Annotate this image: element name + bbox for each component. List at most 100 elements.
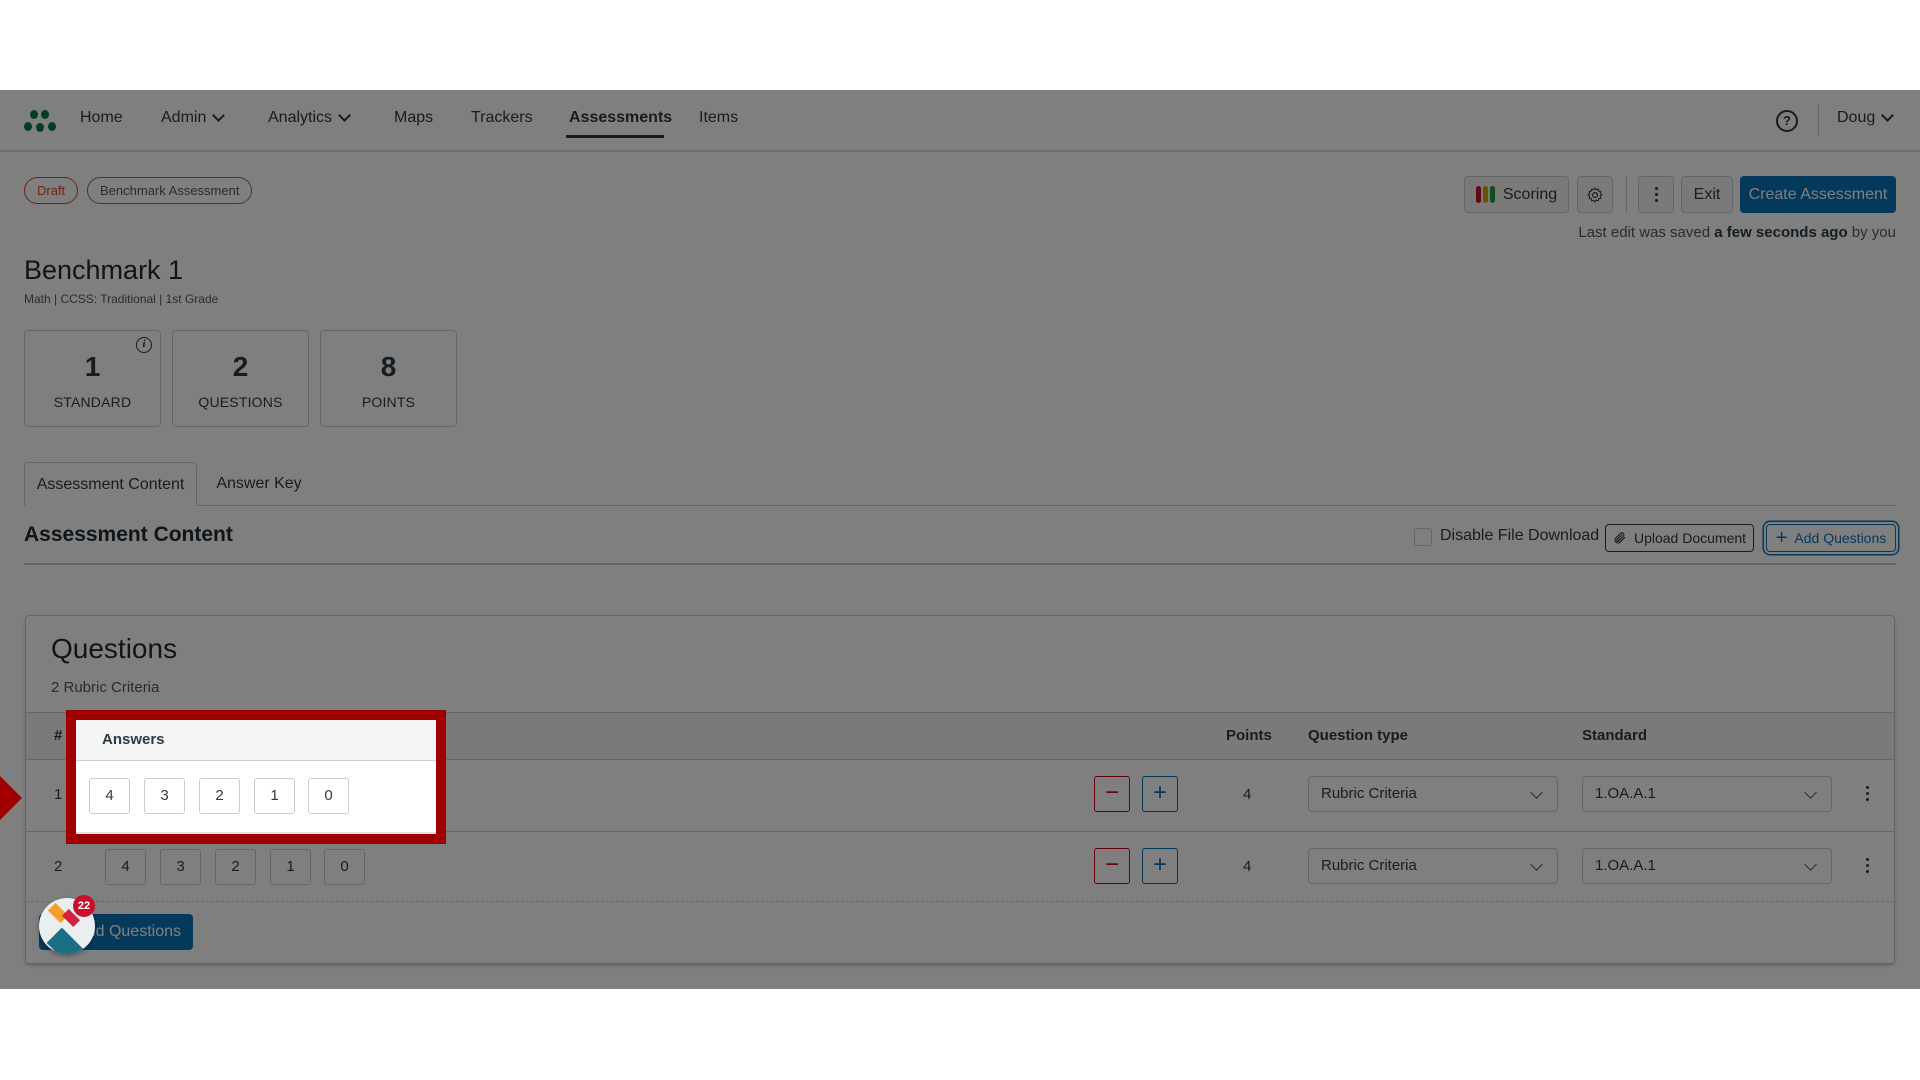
chevron-down-icon bbox=[338, 109, 351, 122]
nav-items-label: Items bbox=[699, 109, 739, 126]
save-status: Last edit was saved a few seconds ago by… bbox=[1578, 224, 1896, 241]
exit-label: Exit bbox=[1693, 185, 1721, 203]
chevron-down-icon bbox=[212, 109, 226, 122]
nav-assessments[interactable]: Assessments bbox=[569, 109, 672, 127]
answers-header: Answers bbox=[76, 720, 436, 761]
col-question-type: Question type bbox=[1308, 727, 1409, 744]
create-assessment-button[interactable]: Create Assessment bbox=[1740, 176, 1896, 213]
add-questions-label: Add Questions bbox=[1794, 530, 1887, 546]
header-divider bbox=[1626, 176, 1627, 213]
stat-value: 8 bbox=[380, 351, 397, 382]
nav-admin[interactable]: Admin bbox=[161, 109, 226, 127]
more-options-button[interactable] bbox=[1638, 176, 1674, 213]
col-points: Points bbox=[1226, 727, 1272, 744]
scoring-button[interactable]: Scoring bbox=[1464, 176, 1569, 213]
chevron-down-icon bbox=[1530, 858, 1543, 871]
nav-maps[interactable]: Maps bbox=[394, 109, 433, 127]
upload-document-button[interactable]: Upload Document bbox=[1605, 524, 1754, 552]
row-options-kebab-icon[interactable] bbox=[1866, 858, 1869, 873]
row-points: 4 bbox=[1243, 786, 1252, 803]
remove-answer-button[interactable]: − bbox=[1094, 776, 1130, 812]
questions-title: Questions bbox=[51, 633, 178, 664]
nav-analytics[interactable]: Analytics bbox=[268, 109, 351, 127]
top-nav: Home Admin Analytics Maps Trackers Asses… bbox=[0, 90, 1920, 152]
col-number: # bbox=[54, 727, 63, 744]
tab-answer-key[interactable]: Answer Key bbox=[200, 462, 318, 506]
nav-maps-label: Maps bbox=[394, 109, 434, 126]
row-options-kebab-icon[interactable] bbox=[1866, 786, 1869, 801]
nav-items[interactable]: Items bbox=[699, 109, 738, 127]
scoring-label: Scoring bbox=[1502, 185, 1558, 203]
add-questions-top-button[interactable]: + Add Questions bbox=[1766, 524, 1896, 552]
row-points: 4 bbox=[1243, 858, 1252, 875]
question-type-select[interactable]: Rubric Criteria bbox=[1308, 848, 1558, 884]
answer-option[interactable]: 0 bbox=[324, 849, 365, 885]
chevron-down-icon bbox=[1804, 858, 1817, 871]
logo-icon[interactable] bbox=[24, 110, 60, 134]
stat-label: QUESTIONS bbox=[198, 394, 283, 410]
stat-card-standard: i 1 STANDARD bbox=[24, 330, 161, 427]
answer-option[interactable]: 4 bbox=[89, 778, 130, 814]
standard-select[interactable]: 1.OA.A.1 bbox=[1582, 776, 1832, 812]
answer-option[interactable]: 2 bbox=[215, 849, 256, 885]
nav-trackers[interactable]: Trackers bbox=[471, 109, 533, 127]
settings-button[interactable] bbox=[1577, 176, 1613, 213]
add-answer-button[interactable]: + bbox=[1142, 776, 1178, 812]
user-name: Doug bbox=[1837, 109, 1876, 126]
active-nav-indicator bbox=[566, 135, 664, 138]
chevron-down-icon bbox=[1530, 786, 1543, 799]
upload-document-label: Upload Document bbox=[1633, 530, 1747, 546]
disable-file-download-label[interactable]: Disable File Download bbox=[1440, 527, 1599, 545]
user-menu[interactable]: Doug bbox=[1837, 109, 1895, 127]
question-type-value: Rubric Criteria bbox=[1321, 785, 1417, 802]
status-badge: Draft bbox=[24, 177, 79, 204]
answer-option[interactable]: 2 bbox=[199, 778, 240, 814]
section-title: Assessment Content bbox=[24, 523, 233, 546]
widget-logo-icon bbox=[46, 927, 88, 954]
page-title: Benchmark 1 bbox=[24, 255, 184, 285]
app-window: Home Admin Analytics Maps Trackers Asses… bbox=[0, 90, 1920, 989]
tab-assessment-content[interactable]: Assessment Content bbox=[24, 462, 197, 506]
answer-option[interactable]: 3 bbox=[144, 778, 185, 814]
screen: Home Admin Analytics Maps Trackers Asses… bbox=[0, 0, 1920, 1080]
nav-home[interactable]: Home bbox=[80, 109, 123, 127]
question-type-select[interactable]: Rubric Criteria bbox=[1308, 776, 1558, 812]
chevron-down-icon bbox=[1804, 786, 1817, 799]
exit-button[interactable]: Exit bbox=[1681, 176, 1733, 213]
save-status-suffix: by you bbox=[1847, 224, 1896, 241]
answer-option[interactable]: 3 bbox=[160, 849, 201, 885]
answer-option[interactable]: 1 bbox=[254, 778, 295, 814]
paperclip-icon bbox=[1614, 532, 1626, 544]
stat-value: 1 bbox=[84, 351, 101, 382]
disable-file-download-checkbox[interactable] bbox=[1414, 528, 1432, 546]
assessment-type-badge: Benchmark Assessment bbox=[87, 177, 253, 204]
nav-trackers-label: Trackers bbox=[471, 109, 533, 126]
stat-card-points: 8 POINTS bbox=[320, 330, 457, 427]
highlighted-answers-callout: Answers 4 3 2 1 0 bbox=[66, 710, 446, 844]
question-type-value: Rubric Criteria bbox=[1321, 857, 1417, 874]
nav-analytics-label: Analytics bbox=[268, 109, 333, 126]
help-icon[interactable]: ? bbox=[1776, 110, 1798, 132]
standard-value: 1.OA.A.1 bbox=[1595, 785, 1656, 802]
stat-label: STANDARD bbox=[53, 394, 132, 410]
nav-assessments-label: Assessments bbox=[569, 109, 673, 126]
row-number: 2 bbox=[54, 858, 63, 875]
scoring-bars-icon bbox=[1475, 186, 1495, 203]
pointer-arrow-icon bbox=[0, 776, 22, 820]
standard-value: 1.OA.A.1 bbox=[1595, 857, 1656, 874]
page-subtitle: Math | CCSS: Traditional | 1st Grade bbox=[24, 292, 219, 306]
answer-option[interactable]: 1 bbox=[270, 849, 311, 885]
kebab-icon bbox=[1654, 187, 1658, 202]
stat-card-questions: 2 QUESTIONS bbox=[172, 330, 309, 427]
save-status-prefix: Last edit was saved bbox=[1578, 224, 1715, 241]
remove-answer-button[interactable]: − bbox=[1094, 848, 1130, 884]
row-number: 1 bbox=[54, 786, 63, 803]
answers-header-label: Answers bbox=[102, 731, 165, 748]
nav-admin-label: Admin bbox=[161, 109, 207, 126]
answer-option[interactable]: 4 bbox=[105, 849, 146, 885]
standard-select[interactable]: 1.OA.A.1 bbox=[1582, 848, 1832, 884]
add-answer-button[interactable]: + bbox=[1142, 848, 1178, 884]
stat-value: 2 bbox=[232, 351, 249, 382]
col-standard: Standard bbox=[1582, 727, 1648, 744]
answer-option[interactable]: 0 bbox=[308, 778, 349, 814]
